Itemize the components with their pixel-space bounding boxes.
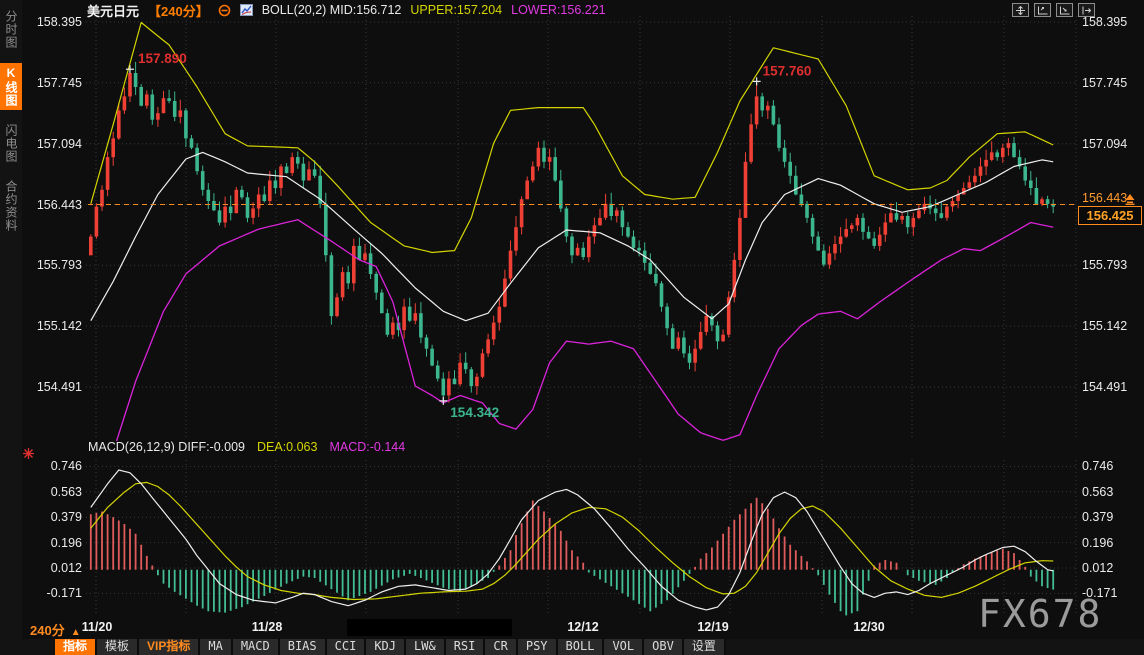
toolbar-tab-CCI[interactable]: CCI xyxy=(327,639,367,655)
price-tick-left: 154.491 xyxy=(24,380,82,394)
toolbar-tab-VOL[interactable]: VOL xyxy=(604,639,644,655)
chart-type-icon[interactable] xyxy=(240,4,253,16)
interval-dropdown[interactable]: 240分 ▲ xyxy=(30,620,81,639)
toolbar-tab-指标[interactable]: 指标 xyxy=(55,639,97,655)
toolbar-tab-BIAS[interactable]: BIAS xyxy=(280,639,327,655)
macd-tick-left: 0.563 xyxy=(24,485,82,499)
toolbar-tab-PSY[interactable]: PSY xyxy=(518,639,558,655)
price-tick-right: 155.142 xyxy=(1082,319,1142,333)
price-tick-right: 157.094 xyxy=(1082,137,1142,151)
price-tick-right: 157.745 xyxy=(1082,76,1142,90)
blackout-rect xyxy=(347,619,512,636)
sidebar-item-合约资料[interactable]: 合约资料 xyxy=(0,177,22,235)
toolbar-tab-BOLL[interactable]: BOLL xyxy=(558,639,605,655)
macd-tick-left: 0.012 xyxy=(24,561,82,575)
date-label: 12/30 xyxy=(853,620,884,634)
svg-text:157.760: 157.760 xyxy=(763,63,812,78)
date-label: 12/12 xyxy=(567,620,598,634)
price-tick-right: 154.491 xyxy=(1082,380,1142,394)
boll-upper-label: UPPER:157.204 xyxy=(410,3,502,17)
boll-lower-label: LOWER:156.221 xyxy=(511,3,606,17)
toolbar-tab-KDJ[interactable]: KDJ xyxy=(366,639,406,655)
toolbar-tab-CR[interactable]: CR xyxy=(485,639,517,655)
macd-header: MACD(26,12,9) DIFF:-0.009 DEA:0.063 MACD… xyxy=(88,440,405,454)
watermark: FX678 xyxy=(978,592,1102,636)
price-tick-left: 155.142 xyxy=(24,319,82,333)
crosshair-icon[interactable] xyxy=(1012,3,1029,17)
macd-dea-label: DEA:0.063 xyxy=(257,440,317,454)
chevron-up-icon: ▲ xyxy=(71,627,81,638)
toolbar-tab-LW&[interactable]: LW& xyxy=(406,639,446,655)
current-price-box: 156.425 xyxy=(1078,206,1142,225)
sidebar-item-K线图[interactable]: K线图 xyxy=(0,63,22,110)
date-label: 11/28 xyxy=(252,620,283,634)
symbol-title: 美元日元 xyxy=(87,1,139,20)
macd-tick-right: 0.012 xyxy=(1082,561,1142,575)
macd-tick-right: 0.196 xyxy=(1082,536,1142,550)
svg-text:154.342: 154.342 xyxy=(450,405,499,420)
macd-tick-right: 0.563 xyxy=(1082,485,1142,499)
toolbar-tab-MA[interactable]: MA xyxy=(200,639,232,655)
toolbar-tab-RSI[interactable]: RSI xyxy=(446,639,486,655)
price-tick-left: 157.745 xyxy=(24,76,82,90)
price-tick-right: 158.395 xyxy=(1082,15,1142,29)
price-tick-left: 156.443 xyxy=(24,198,82,212)
macd-tick-right: 0.379 xyxy=(1082,510,1142,524)
toolbar-tab-OBV[interactable]: OBV xyxy=(644,639,684,655)
sidebar-item-分时图[interactable]: 分时图 xyxy=(0,7,22,52)
sidebar: 分时图 K线图闪电图合约资料 xyxy=(0,0,22,639)
toolbar-tab-设置[interactable]: 设置 xyxy=(684,639,726,655)
macd-diff-label: MACD(26,12,9) DIFF:-0.009 xyxy=(88,440,245,454)
macd-tick-left: 0.746 xyxy=(24,459,82,473)
price-tick-right: 155.793 xyxy=(1082,258,1142,272)
macd-tick-right: 0.746 xyxy=(1082,459,1142,473)
boll-mid-label: BOLL(20,2) MID:156.712 xyxy=(262,3,402,17)
svg-text:157.890: 157.890 xyxy=(138,51,187,66)
indicator-toolbar: 指标模板VIP指标MAMACDBIASCCIKDJLW&RSICRPSYBOLL… xyxy=(0,639,1144,655)
app-window: 157.890 157.760 154.342 分时图 K线图闪电图合约资料 美元日元… xyxy=(0,0,1144,655)
toolbar-tab-MACD[interactable]: MACD xyxy=(233,639,280,655)
macd-tick-left: 0.196 xyxy=(24,536,82,550)
axis-zoom-out-icon[interactable] xyxy=(1056,3,1073,17)
sidebar-item-闪电图[interactable]: 闪电图 xyxy=(0,121,22,166)
date-label: 11/20 xyxy=(82,620,113,634)
toolbar-tab-VIP指标[interactable]: VIP指标 xyxy=(139,639,200,655)
macd-hist-label: MACD:-0.144 xyxy=(329,440,405,454)
date-label: 12/19 xyxy=(697,620,728,634)
macd-tick-left: 0.379 xyxy=(24,510,82,524)
chart-header: 美元日元 【240分】 BOLL(20,2) MID:156.712 UPPER… xyxy=(87,2,606,18)
alert-price-label: 156.443 xyxy=(1082,191,1127,205)
macd-tick-left: -0.171 xyxy=(24,586,82,600)
price-tick-left: 157.094 xyxy=(24,137,82,151)
interval-text: 240分 xyxy=(30,623,65,638)
interval-label: 【240分】 xyxy=(148,1,209,20)
chart-canvas[interactable]: 157.890 157.760 154.342 xyxy=(0,0,1144,655)
axis-zoom-in-icon[interactable] xyxy=(1034,3,1051,17)
toolbar-tab-模板[interactable]: 模板 xyxy=(97,639,139,655)
collapse-indicator-icon[interactable] xyxy=(218,4,231,17)
price-tick-left: 158.395 xyxy=(24,15,82,29)
price-tick-left: 155.793 xyxy=(24,258,82,272)
